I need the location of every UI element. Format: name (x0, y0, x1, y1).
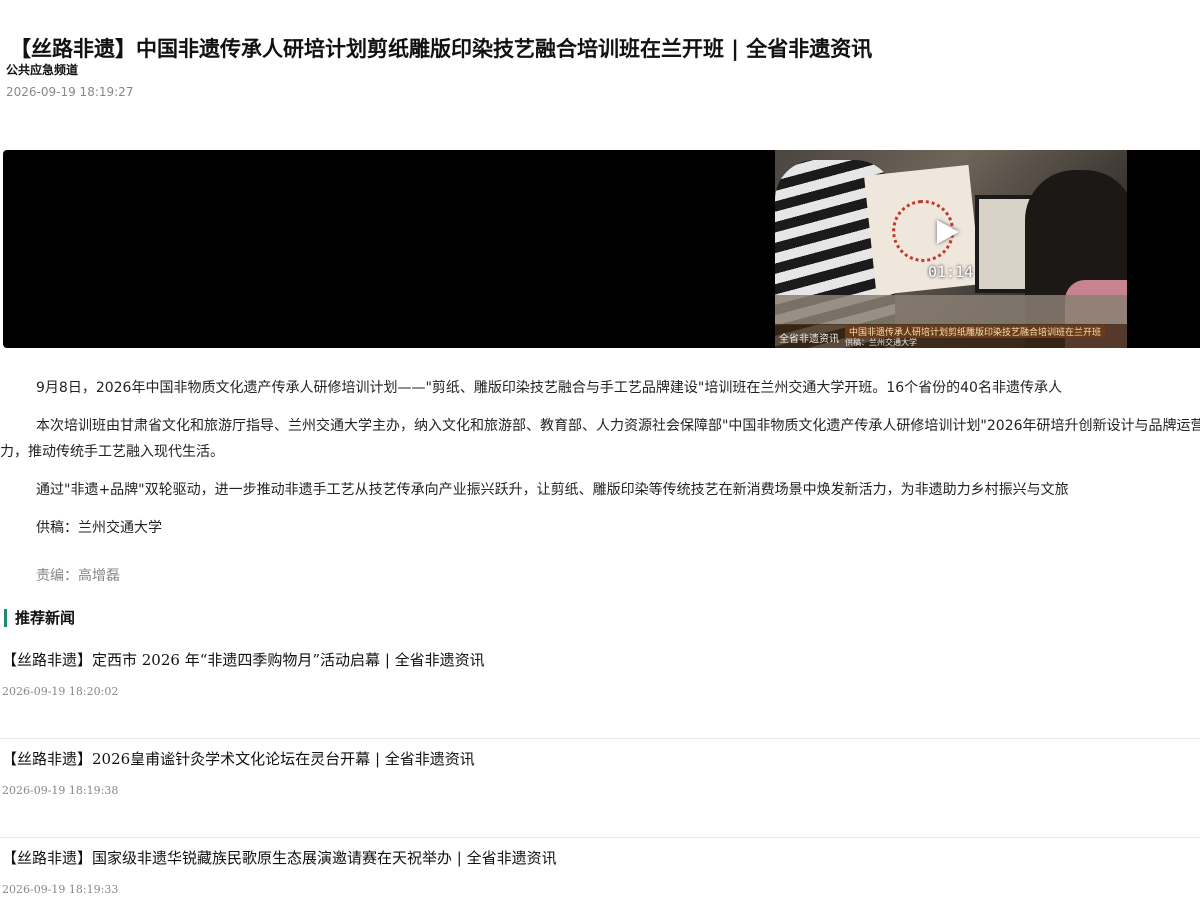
article-source: 供稿：兰州交通大学 (36, 520, 162, 536)
video-caption-credit: 供稿：兰州交通大学 (845, 338, 917, 347)
publish-time: 2026-09-19 18:19:27 (6, 85, 134, 99)
channel-name[interactable]: 公共应急频道 (6, 61, 78, 78)
recommended-time: 2026-09-19 18:20:02 (2, 685, 119, 698)
article-paragraph: 通过"非遗+品牌"双轮驱动，进一步推动非遗手工艺从技艺传承向产业振兴跃升，让剪纸… (36, 482, 1069, 498)
article-paragraph: 9月8日，2026年中国非物质文化遗产传承人研修培训计划——"剪纸、雕版印染技艺… (36, 380, 1062, 396)
video-caption-bar: 全省非遗资讯 中国非遗传承人研培计划剪纸雕版印染技艺融合培训班在兰开班 供稿：兰… (775, 324, 1127, 348)
article-paragraph: 本次培训班由甘肃省文化和旅游厅指导、兰州交通大学主办，纳入文化和旅游部、教育部、… (0, 418, 1200, 460)
list-item[interactable]: 【丝路非遗】定西市 2026 年“非遗四季购物月”活动启幕 | 全省非遗资讯 2… (0, 640, 1200, 739)
list-item[interactable]: 【丝路非遗】国家级非遗华锐藏族民歌原生态展演邀请赛在天祝举办 | 全省非遗资讯 … (0, 838, 1200, 900)
recommended-time: 2026-09-19 18:19:33 (2, 883, 119, 896)
video-duration: 01:14 (928, 263, 974, 281)
recommended-time: 2026-09-19 18:19:38 (2, 784, 119, 797)
article-body: 9月8日，2026年中国非物质文化遗产传承人研修培训计划——"剪纸、雕版印染技艺… (0, 375, 1200, 553)
article-title: 【丝路非遗】中国非遗传承人研培计划剪纸雕版印染技艺融合培训班在兰开班 | 全省非… (10, 37, 873, 62)
recommended-list: 【丝路非遗】定西市 2026 年“非遗四季购物月”活动启幕 | 全省非遗资讯 2… (0, 640, 1200, 900)
video-thumbnail[interactable]: 全省非遗资讯 中国非遗传承人研培计划剪纸雕版印染技艺融合培训班在兰开班 供稿：兰… (775, 150, 1127, 348)
video-caption-logo: 全省非遗资讯 (779, 334, 839, 345)
recommended-link[interactable]: 【丝路非遗】2026皇甫谧针灸学术文化论坛在灵台开幕 | 全省非遗资讯 (2, 748, 475, 769)
recommended-link[interactable]: 【丝路非遗】国家级非遗华锐藏族民歌原生态展演邀请赛在天祝举办 | 全省非遗资讯 (2, 847, 557, 868)
recommended-link[interactable]: 【丝路非遗】定西市 2026 年“非遗四季购物月”活动启幕 | 全省非遗资讯 (2, 649, 485, 670)
thumbnail-desk (775, 295, 1127, 325)
list-item[interactable]: 【丝路非遗】2026皇甫谧针灸学术文化论坛在灵台开幕 | 全省非遗资讯 2026… (0, 739, 1200, 838)
article-editor: 责编：高增磊 (36, 568, 120, 584)
play-icon[interactable] (937, 220, 959, 244)
video-player[interactable]: 全省非遗资讯 中国非遗传承人研培计划剪纸雕版印染技艺融合培训班在兰开班 供稿：兰… (3, 150, 1200, 348)
article-page: 【丝路非遗】中国非遗传承人研培计划剪纸雕版印染技艺融合培训班在兰开班 | 全省非… (0, 0, 1200, 900)
recommended-heading: 推荐新闻 (4, 609, 75, 627)
